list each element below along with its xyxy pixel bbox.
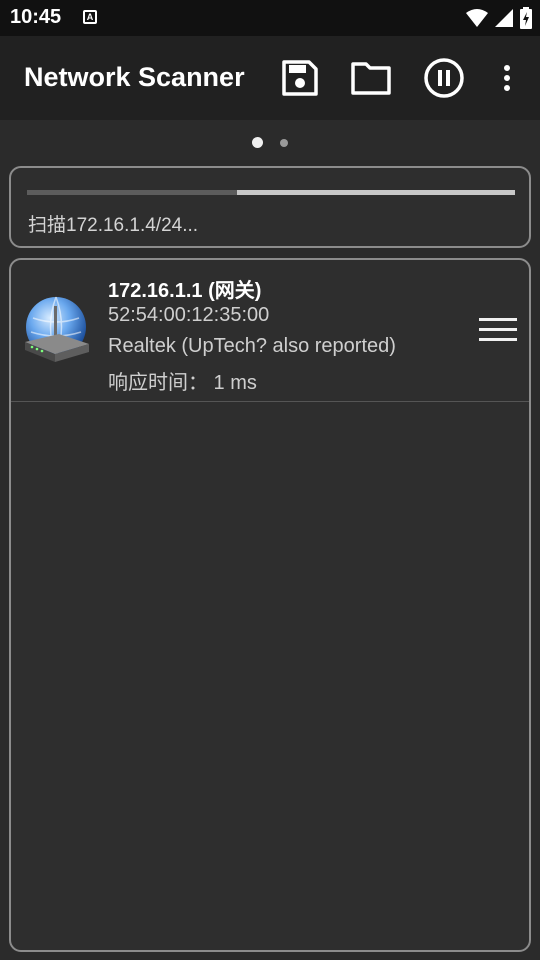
pause-button[interactable] bbox=[422, 56, 466, 100]
page-indicator bbox=[0, 137, 540, 149]
status-time: 10:45 bbox=[10, 6, 62, 28]
page-dot-inactive[interactable] bbox=[280, 139, 288, 147]
router-globe-icon bbox=[25, 296, 89, 362]
device-menu-button[interactable] bbox=[479, 316, 517, 346]
status-bar: 10:45 A bbox=[0, 0, 540, 36]
app-bar: Network Scanner bbox=[0, 36, 540, 120]
wifi-icon bbox=[466, 9, 488, 27]
more-vert-icon bbox=[504, 65, 510, 91]
pause-icon bbox=[424, 58, 464, 98]
overflow-menu-button[interactable] bbox=[485, 56, 529, 100]
notification-icon: A bbox=[83, 10, 97, 24]
battery-icon bbox=[520, 7, 532, 29]
menu-icon-bar bbox=[479, 338, 517, 341]
folder-icon bbox=[351, 62, 391, 95]
page-dot-active[interactable] bbox=[252, 137, 263, 148]
menu-icon-bar bbox=[479, 328, 517, 331]
device-mac: 52:54:00:12:35:00 bbox=[108, 304, 270, 326]
app-title: Network Scanner bbox=[24, 62, 245, 92]
device-ip: 172.16.1.1 (网关) bbox=[108, 280, 262, 302]
cell-signal-icon bbox=[495, 9, 513, 27]
scan-progress-bar bbox=[27, 190, 515, 195]
device-response-time: 响应时间： 1 ms bbox=[108, 372, 257, 394]
system-icons bbox=[466, 6, 532, 30]
progress-remaining bbox=[236, 190, 515, 195]
save-icon bbox=[282, 60, 318, 96]
device-list: 172.16.1.1 (网关) 52:54:00:12:35:00 Realte… bbox=[9, 258, 531, 952]
list-item[interactable]: 172.16.1.1 (网关) 52:54:00:12:35:00 Realte… bbox=[11, 260, 529, 402]
scan-status-text: 扫描172.16.1.4/24... bbox=[28, 215, 199, 236]
menu-icon-bar bbox=[479, 318, 517, 321]
save-button[interactable] bbox=[278, 56, 322, 100]
scan-progress-card: 扫描172.16.1.4/24... bbox=[9, 166, 531, 248]
open-folder-button[interactable] bbox=[349, 56, 393, 100]
progress-fill bbox=[27, 190, 237, 195]
device-vendor: Realtek (UpTech? also reported) bbox=[108, 335, 396, 357]
